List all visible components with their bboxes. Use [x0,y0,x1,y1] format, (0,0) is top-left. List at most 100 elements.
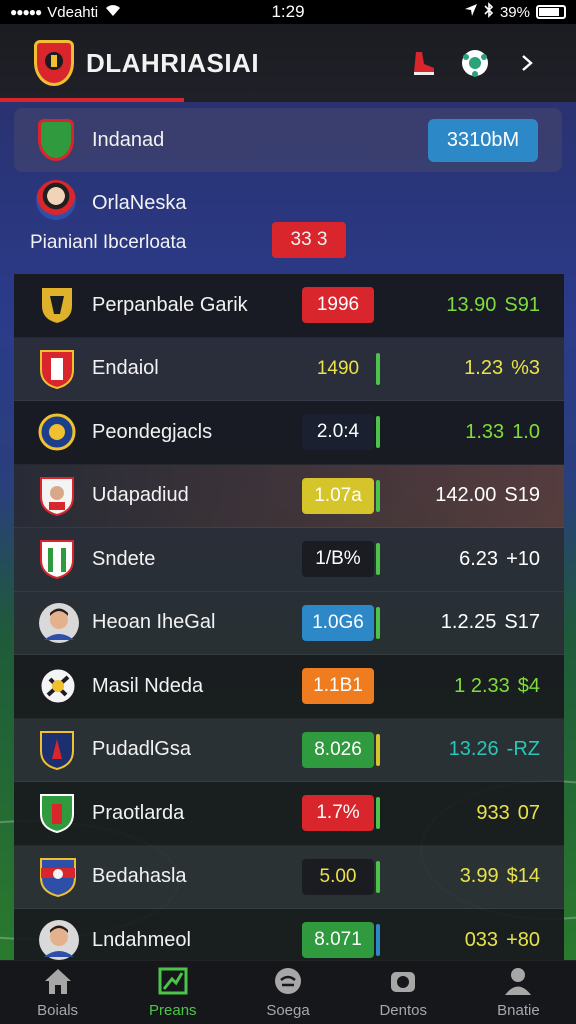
odds-badge[interactable]: 1.7% [302,795,380,832]
stat-secondary: $14 [506,865,540,888]
stat-secondary: S91 [504,293,540,316]
odds-badge[interactable]: 1/B% [302,541,380,578]
active-tab-underline [0,98,184,102]
stat-primary: 13.26 [448,738,499,761]
odds-value: 1996 [316,294,360,316]
stat-secondary: +10 [506,547,540,570]
odds-badge[interactable]: 1.0G6 [302,604,380,641]
app-header: DLAHRIASIAI [0,24,576,102]
summary-value-badge[interactable]: 3310bM [428,118,538,162]
list-item[interactable]: Sndete 1/B% 6.23 +10 [14,528,564,592]
list-item[interactable]: Endaiol 1490 1.23 %3 [14,337,564,401]
ball-button-icon[interactable] [460,48,490,78]
player-name: Udapadiud [92,484,189,507]
tab-pitch[interactable]: Preans [115,961,230,1024]
tab-ball[interactable]: Soega [230,961,345,1024]
tab-profile[interactable]: Bnatie [461,961,576,1024]
wifi-icon [104,3,122,21]
avatar-icon [38,475,76,517]
odds-value: 1.1B1 [313,675,363,697]
list-item[interactable]: Bedahasla 5.00 3.99 $14 [14,845,564,909]
odds-badge[interactable]: 1.1B1 [302,668,374,705]
list-item[interactable]: Udapadiud 1.07a 142.00 S19 [14,464,564,528]
list-item[interactable]: Perpanbale Garik 1996 13.90 S91 [14,274,564,338]
odds-value: 1/B% [315,548,361,570]
stat-primary: 933 [476,801,510,824]
player-photo-icon [38,602,79,644]
group-subtitle: Pianianl Ibcerloata [30,232,187,253]
stat-values: 933 07 [476,802,540,825]
stat-primary: 1.23 [464,357,504,380]
trend-indicator [376,479,380,512]
trend-indicator [376,733,380,766]
odds-badge[interactable]: 2.0:4 [302,414,380,451]
home-icon [42,966,74,996]
odds-badge[interactable]: 8.026 [302,731,380,768]
stat-secondary: 1.0 [512,420,540,443]
crest-red-icon [38,348,76,390]
odds-value: 5.00 [319,865,357,887]
carrier-label: Vdeahti [47,3,99,21]
battery-icon [536,5,566,19]
player-photo-icon [38,919,79,961]
player-name: Bedahasla [92,865,187,888]
odds-value: 1.7% [316,802,360,824]
stat-primary: 1.33 [465,420,505,443]
chevron-right-icon[interactable] [512,48,542,78]
player-name: Praotlarda [92,801,185,824]
tab-camera[interactable]: Dentos [346,961,461,1024]
group-value-badge[interactable]: 33 3 [272,222,346,258]
list-item[interactable]: Praotlarda 1.7% 933 07 [14,782,564,846]
crest-green-red-icon [38,119,74,161]
stat-primary: 3.99 [459,865,499,888]
odds-value: 1490 [316,357,360,379]
team-crest-icon[interactable] [34,40,74,86]
bottom-tab-bar: Boials Preans Soega Dentos Bnatie [0,960,576,1024]
ball-icon [272,966,304,996]
tab-label: Soega [266,1002,310,1019]
stat-values: 13.26 -RZ [449,738,540,761]
tab-label: Dentos [379,1002,427,1019]
stat-primary: 6.23 [459,547,499,570]
signal-icon: ●●●●● [10,5,42,19]
tab-label: Bnatie [497,1002,540,1019]
boot-icon[interactable] [408,48,438,78]
player-name: PudadlGsa [92,738,191,761]
stat-secondary: -RZ [506,738,540,761]
crest-green-red-icon [38,792,76,834]
list-item[interactable]: PudadlGsa 8.026 13.26 -RZ [14,718,564,782]
profile-icon [502,966,534,996]
stat-secondary: 07 [517,801,540,824]
odds-badge[interactable]: 1490 [302,351,380,387]
player-name: Lndahmeol [92,928,191,951]
group-avatar-icon [36,180,76,220]
trend-indicator [376,606,380,639]
odds-badge[interactable]: 8.071 [302,922,380,959]
odds-badge[interactable]: 1.07a [302,477,380,514]
summary-row[interactable]: Indanad 3310bM [14,108,562,172]
list-item[interactable]: Masil Ndeda 1.1B1 1 2.33 $4 [14,655,564,719]
page-title: DLAHRIASIAI [86,47,260,78]
player-name: Sndete [92,547,156,570]
trend-indicator [376,352,380,385]
odds-badge[interactable]: 5.00 [302,858,380,895]
crest-blue-yellow-icon [38,411,76,453]
crest-black-icon [38,665,78,707]
list-item[interactable]: Peondegjacls 2.0:4 1.33 1.0 [14,401,564,465]
stat-values: 033 +80 [465,929,540,952]
bluetooth-icon [484,2,494,22]
odds-value: 8.026 [314,738,362,760]
stat-secondary: S17 [504,611,540,634]
pitch-icon [157,966,189,996]
group-name: OrlaNeska [92,192,187,214]
stat-values: 1 2.33 $4 [454,675,540,698]
stat-secondary: +80 [506,928,540,951]
stat-values: 1.23 %3 [464,357,540,380]
tab-home[interactable]: Boials [0,961,115,1024]
stat-primary: 142.00 [435,484,497,507]
odds-badge[interactable]: 1996 [302,287,374,324]
stat-values: 3.99 $14 [460,865,540,888]
player-name: Peondegjacls [92,420,213,443]
stat-values: 1.33 1.0 [465,421,540,444]
list-item[interactable]: Heoan IheGal 1.0G6 1.2.25 S17 [14,591,564,655]
